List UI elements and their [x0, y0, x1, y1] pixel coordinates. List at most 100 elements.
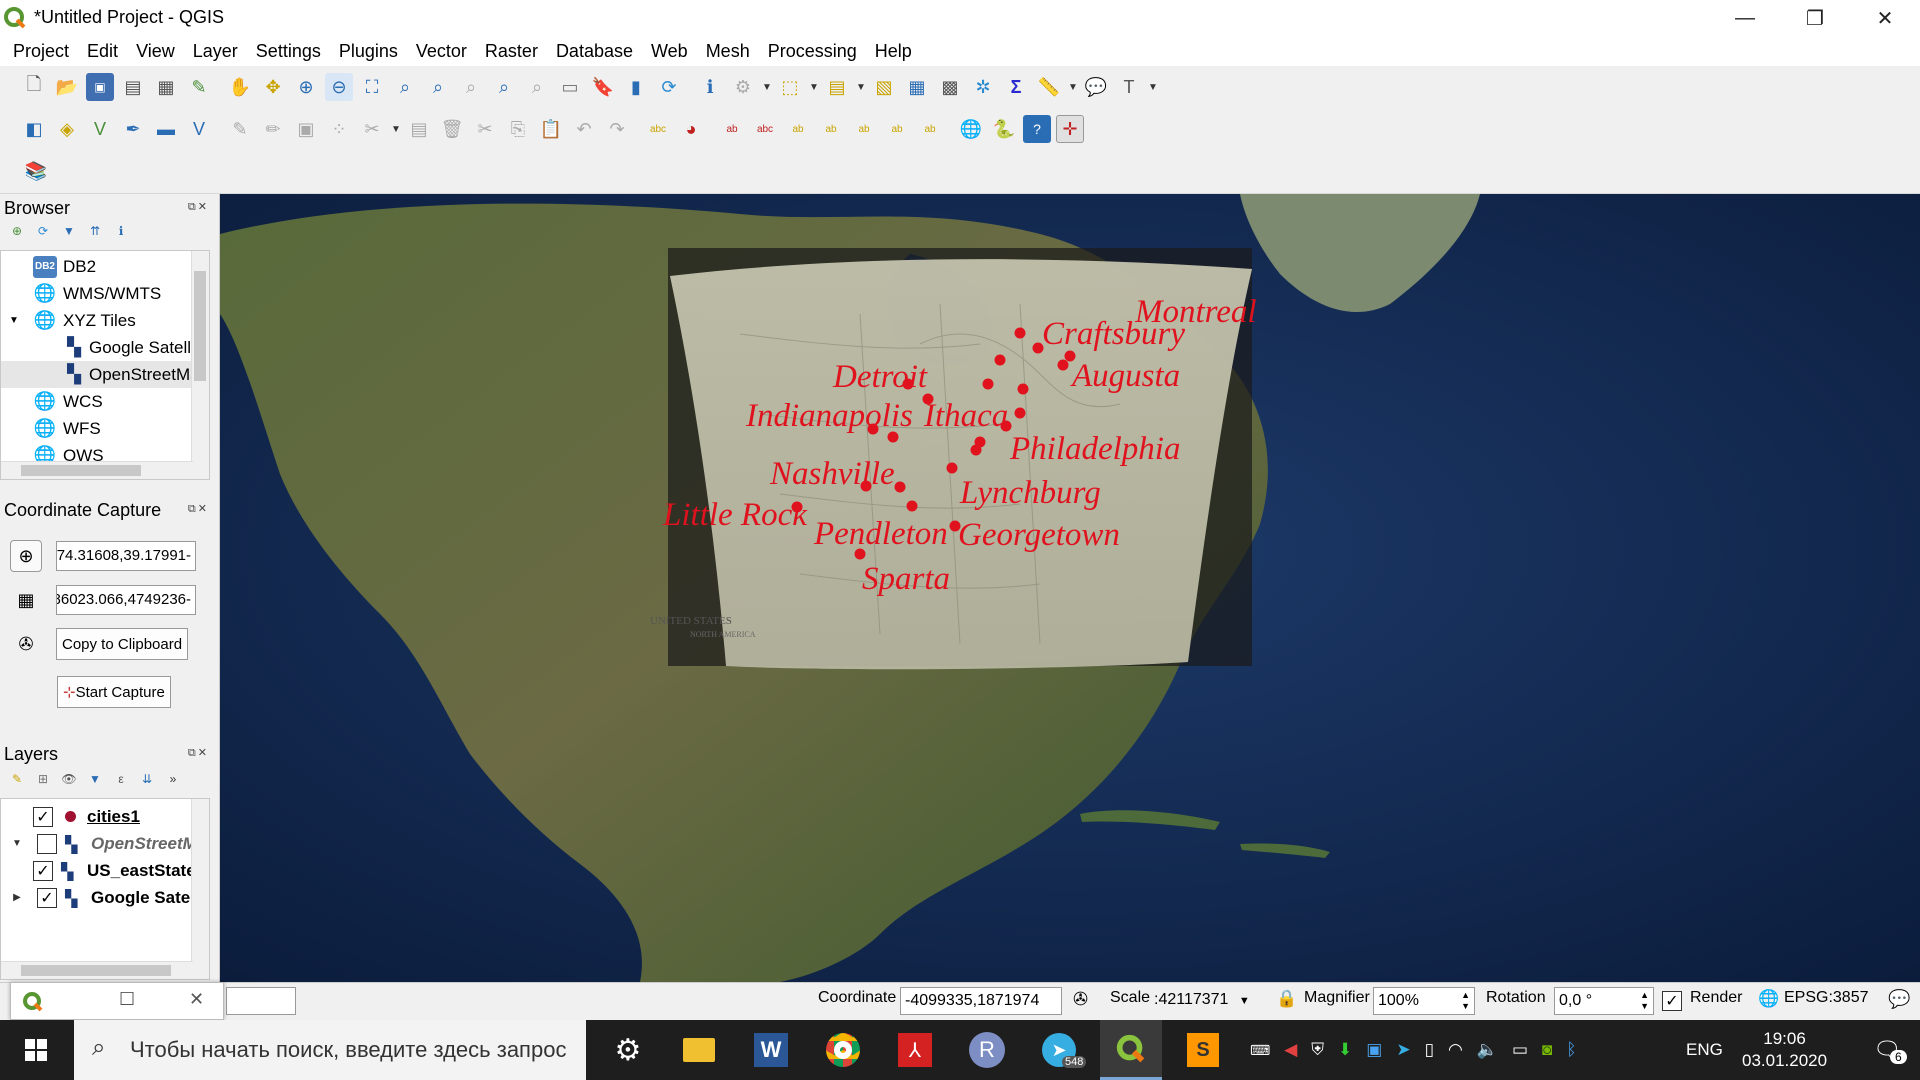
zoom-to-layer-icon[interactable]: ⌕: [424, 73, 452, 101]
speaker-icon[interactable]: 🔈: [1477, 1040, 1498, 1060]
settings-gear-icon[interactable]: ⚙: [598, 1020, 658, 1080]
move-label-icon[interactable]: ab: [850, 115, 878, 143]
nvidia-icon[interactable]: ◙: [1542, 1040, 1552, 1060]
current-edits-icon[interactable]: ✎: [226, 115, 254, 143]
browser-item-db2[interactable]: DB2 DB2: [33, 253, 209, 280]
action-center-button[interactable]: 🗨 6: [1862, 1020, 1912, 1080]
attribute-table-icon[interactable]: ▦: [903, 73, 931, 101]
help-contents-icon[interactable]: ?: [1023, 115, 1051, 143]
browser-panel-controls[interactable]: ⧉✕: [188, 200, 209, 214]
add-selected-layers-icon[interactable]: ⊕: [8, 222, 26, 240]
clock[interactable]: 19:06 03.01.2020: [1742, 1020, 1827, 1080]
layer-visibility-checkbox[interactable]: [37, 833, 57, 854]
menu-mesh[interactable]: Mesh: [697, 41, 759, 62]
vertex-tool-icon[interactable]: ✂: [358, 115, 386, 143]
zoom-in-icon[interactable]: ⊕: [292, 73, 320, 101]
wifi-icon[interactable]: ◠: [1448, 1040, 1463, 1060]
layers-horizontal-scrollbar[interactable]: [1, 961, 193, 979]
identify-features-icon[interactable]: ℹ: [696, 73, 724, 101]
paste-features-icon[interactable]: 📋: [537, 115, 565, 143]
crs-selector-icon[interactable]: ⊕: [10, 540, 42, 572]
layer-row-us-east-states[interactable]: ✓ ▚ US_eastStates: [33, 857, 209, 884]
select-by-value-icon[interactable]: ▤: [823, 73, 851, 101]
word-icon[interactable]: W: [740, 1020, 802, 1080]
browser-item-wfs[interactable]: 🌐 WFS: [33, 415, 209, 442]
start-capture-button[interactable]: ⊹Start Capture: [57, 676, 171, 708]
collapse-all-icon[interactable]: ⇈: [86, 222, 104, 240]
sublime-text-icon[interactable]: S: [1172, 1020, 1234, 1080]
cut-features-icon[interactable]: ✂: [471, 115, 499, 143]
battery-icon[interactable]: ▭: [1512, 1040, 1528, 1060]
layers-vertical-scrollbar[interactable]: [191, 799, 209, 979]
browser-item-xyz[interactable]: ▼ 🌐 XYZ Tiles: [9, 307, 201, 334]
menu-edit[interactable]: Edit: [78, 41, 127, 62]
open-styling-panel-icon[interactable]: ✎: [8, 770, 26, 788]
refresh-icon[interactable]: ⟳: [34, 222, 52, 240]
rotate-label-icon[interactable]: ab: [883, 115, 911, 143]
new-project-icon[interactable]: 🗋: [20, 73, 48, 101]
copy-to-clipboard-button[interactable]: Copy to Clipboard: [56, 628, 189, 660]
menu-help[interactable]: Help: [866, 41, 921, 62]
georeferencer-icon[interactable]: 📚: [22, 158, 50, 186]
language-indicator[interactable]: ENG: [1686, 1020, 1723, 1080]
filter-by-expression-icon[interactable]: ε: [112, 770, 130, 788]
browser-item-openstreetmap[interactable]: ▚ OpenStreetMap: [1, 361, 193, 388]
locator-search-field[interactable]: [226, 987, 296, 1015]
zoom-native-icon[interactable]: ⌕: [457, 73, 485, 101]
delete-selected-icon[interactable]: 🗑: [438, 115, 466, 143]
field-calculator-icon[interactable]: ▩: [936, 73, 964, 101]
data-source-manager-icon[interactable]: ◧: [20, 115, 48, 143]
file-explorer-icon[interactable]: [668, 1020, 730, 1080]
qgis-taskbar-icon[interactable]: [1100, 1020, 1162, 1080]
new-print-layout-icon[interactable]: ▤: [119, 73, 147, 101]
save-edits-icon[interactable]: ▣: [292, 115, 320, 143]
chevron-down-icon[interactable]: ▼: [9, 315, 25, 326]
scroll-thumb[interactable]: [194, 271, 206, 381]
new-geopackage-layer-icon[interactable]: ◈: [53, 115, 81, 143]
new-virtual-layer-icon[interactable]: V: [185, 115, 213, 143]
scale-dropdown[interactable]: :42117371 ▼: [1150, 987, 1262, 1015]
browser-horizontal-scrollbar[interactable]: [1, 461, 193, 479]
more-tools-icon[interactable]: »: [164, 770, 182, 788]
open-project-icon[interactable]: 📂: [53, 73, 81, 101]
show-bookmarks-icon[interactable]: ▮: [622, 73, 650, 101]
coordinate-capture-panel-controls[interactable]: ⧉✕: [188, 502, 209, 516]
copy-features-icon[interactable]: ⎘: [504, 115, 532, 143]
browser-item-wms[interactable]: 🌐 WMS/WMTS: [33, 280, 209, 307]
save-project-icon[interactable]: ▣: [86, 73, 114, 101]
menu-project[interactable]: Project: [4, 41, 78, 62]
crs-label[interactable]: EPSG:3857: [1784, 989, 1869, 1007]
toggle-editing-icon[interactable]: ✏: [259, 115, 287, 143]
pan-map-icon[interactable]: ✋: [226, 73, 254, 101]
zoom-next-icon[interactable]: ⌕: [523, 73, 551, 101]
keyboard-icon[interactable]: ⌨: [1250, 1042, 1270, 1059]
menu-settings[interactable]: Settings: [247, 41, 330, 62]
processing-toolbox-icon[interactable]: ✲: [969, 73, 997, 101]
style-manager-icon[interactable]: ✎: [185, 73, 213, 101]
bluetooth-icon[interactable]: ᛒ: [1566, 1040, 1576, 1060]
undo-icon[interactable]: ↶: [570, 115, 598, 143]
layer-row-openstreetmap[interactable]: ▼ ▚ OpenStreetMap: [9, 830, 201, 857]
select-features-icon[interactable]: ⬚: [776, 73, 804, 101]
zoom-last-icon[interactable]: ⌕: [490, 73, 518, 101]
minimize-button[interactable]: —: [1710, 0, 1780, 36]
layer-row-cities1[interactable]: ✓ cities1: [33, 803, 209, 830]
browser-item-wcs[interactable]: 🌐 WCS: [33, 388, 209, 415]
redo-icon[interactable]: ↷: [603, 115, 631, 143]
close-icon[interactable]: ✕: [189, 989, 204, 1010]
pan-to-selection-icon[interactable]: ✥: [259, 73, 287, 101]
add-group-icon[interactable]: ⊞: [34, 770, 52, 788]
chevron-right-icon[interactable]: ▶: [9, 892, 25, 903]
zoom-full-icon[interactable]: ⛶: [358, 73, 386, 101]
volume-mute-icon[interactable]: ◀: [1284, 1040, 1297, 1060]
coordinate-field[interactable]: -4099335,1871974: [900, 987, 1062, 1015]
highlight-pinned-labels-icon[interactable]: ab: [718, 115, 746, 143]
crs-globe-icon[interactable]: 🌐: [1758, 989, 1779, 1009]
statistical-summary-icon[interactable]: Σ: [1002, 73, 1030, 101]
scroll-thumb[interactable]: [21, 965, 171, 976]
start-button[interactable]: [0, 1020, 72, 1080]
geo-coordinate-field[interactable]: -74.31608,39.17991: [56, 541, 196, 571]
measure-line-icon[interactable]: 📏: [1035, 73, 1063, 101]
layout-manager-icon[interactable]: ▦: [152, 73, 180, 101]
menu-raster[interactable]: Raster: [476, 41, 547, 62]
